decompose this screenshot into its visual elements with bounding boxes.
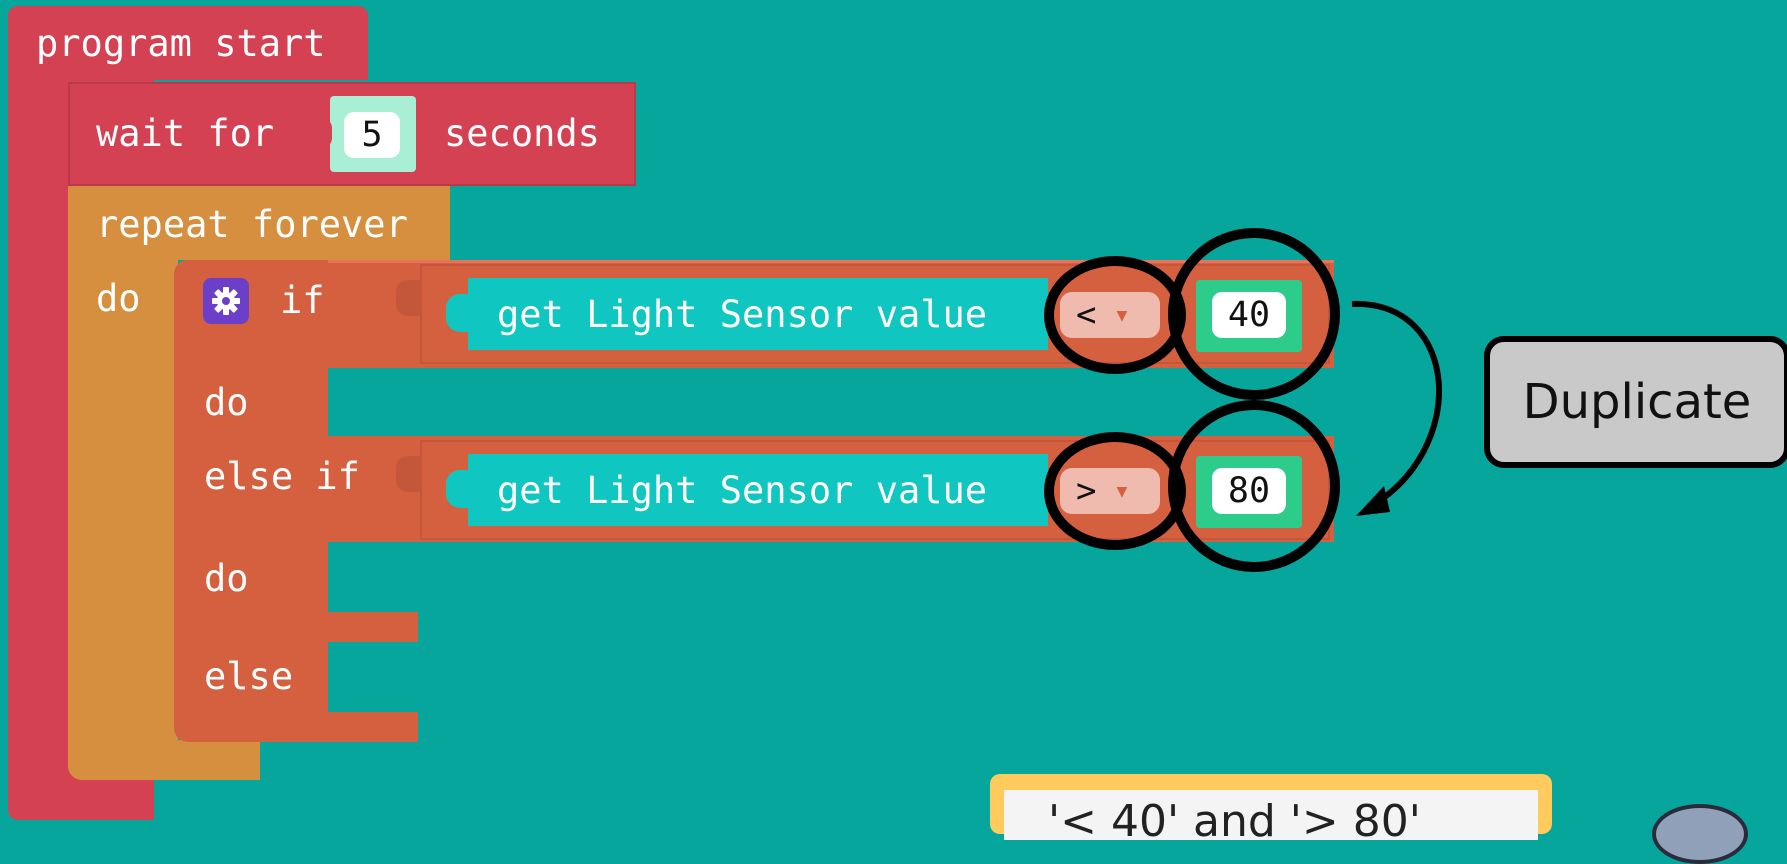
condition-1-sensor-label: get Light Sensor value [497, 293, 988, 336]
repeat-forever-label: repeat forever [96, 203, 408, 246]
curved-arrow-icon [1351, 300, 1442, 516]
do-row-2 [174, 612, 418, 642]
repeat-forever-spine [68, 255, 178, 780]
condition-2-sensor-tab [446, 470, 470, 508]
if-label: if [280, 279, 325, 322]
avatar [1652, 804, 1748, 864]
wait-prefix-label: wait for [96, 112, 275, 155]
wait-number-notch [318, 118, 332, 148]
note-box: '< 40' and '> 80' [990, 774, 1552, 840]
repeat-forever-footer [68, 740, 260, 780]
if-do-label-2: do [204, 557, 249, 600]
if-block-footer [174, 712, 418, 742]
operator-2-highlight-ring [1044, 432, 1186, 550]
condition-1-sensor-tab [446, 294, 470, 332]
note-text: '< 40' and '> 80' [1004, 790, 1538, 840]
wait-suffix-label: seconds [444, 112, 600, 155]
if-do-label-1: do [204, 381, 249, 424]
wait-seconds-input[interactable]: 5 [344, 112, 400, 158]
repeat-do-label: do [96, 277, 141, 320]
gear-icon[interactable] [203, 278, 249, 324]
condition-2-socket [396, 456, 420, 492]
condition-2-sensor-label: get Light Sensor value [497, 469, 988, 512]
else-if-label: else if [204, 455, 360, 498]
value-2-highlight-ring [1168, 400, 1340, 572]
value-1-highlight-ring [1168, 228, 1340, 400]
operator-1-highlight-ring [1044, 256, 1186, 374]
duplicate-callout: Duplicate [1484, 336, 1787, 468]
program-start-label: program start [36, 22, 326, 65]
condition-1-socket [396, 280, 420, 316]
else-label: else [204, 655, 294, 698]
